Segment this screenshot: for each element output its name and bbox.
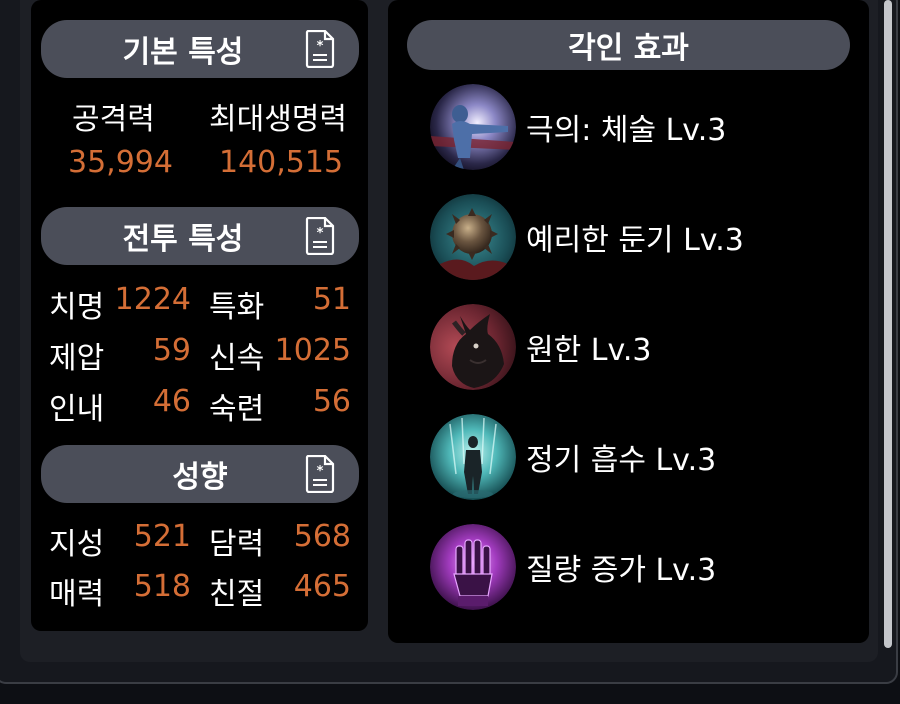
engraving-item[interactable]: 극의: 체술 Lv.3 [430,82,830,172]
svg-text:*: * [317,39,324,54]
spiked-mace-icon [430,194,516,280]
intellect-label: 지성 [49,527,105,562]
purple-gauntlet-icon [430,524,516,610]
tendency-title: 성향 [172,460,228,495]
charisma-label: 매력 [49,577,105,612]
crit-value: 1224 [114,282,191,317]
kindness-value: 465 [293,569,351,604]
svg-text:*: * [317,226,324,241]
engraving-title: 각인 효과 [568,31,689,66]
tendency-header: 성향 * [41,445,359,503]
martial-artist-icon [430,84,516,170]
document-icon[interactable]: * [305,217,335,255]
domination-label: 제압 [49,341,105,376]
swiftness-label: 신속 [209,341,265,376]
endurance-label: 인내 [49,392,105,427]
basic-stats-title: 기본 특성 [122,35,244,70]
energy-absorb-icon [430,414,516,500]
intellect-value: 521 [133,519,191,554]
max-hp-value: 140,515 [219,145,344,180]
engraving-label: 예리한 둔기 Lv.3 [526,223,744,258]
engraving-item[interactable]: 원한 Lv.3 [430,302,830,392]
combat-stats-title: 전투 특성 [122,222,244,257]
document-icon[interactable]: * [305,30,335,68]
engraving-item[interactable]: 질량 증가 Lv.3 [430,522,830,612]
engraving-label: 원한 Lv.3 [526,333,652,368]
document-icon[interactable]: * [305,455,335,493]
attack-label: 공격력 [72,102,155,137]
engraving-item[interactable]: 예리한 둔기 Lv.3 [430,192,830,282]
demon-beast-icon [430,304,516,390]
engraving-label: 질량 증가 Lv.3 [526,553,717,588]
engraving-item[interactable]: 정기 흡수 Lv.3 [430,412,830,502]
combat-stats-header: 전투 특성 * [41,207,359,265]
swiftness-value: 1025 [274,333,351,368]
domination-value: 59 [152,333,191,368]
engraving-label: 극의: 체술 Lv.3 [526,113,727,148]
kindness-label: 친절 [209,577,265,612]
max-hp-label: 최대생명력 [209,102,347,137]
engraving-label: 정기 흡수 Lv.3 [526,443,717,478]
courage-value: 568 [293,519,351,554]
engraving-header: 각인 효과 [407,20,850,70]
endurance-value: 46 [152,384,191,419]
scrollbar[interactable] [884,0,892,648]
attack-value: 35,994 [68,145,173,180]
svg-text:*: * [317,464,324,479]
charisma-value: 518 [133,569,191,604]
expertise-label: 숙련 [209,392,265,427]
basic-stats-header: 기본 특성 * [41,20,359,78]
expertise-value: 56 [312,384,351,419]
specialization-value: 51 [312,282,351,317]
courage-label: 담력 [209,527,265,562]
crit-label: 치명 [49,290,105,325]
specialization-label: 특화 [209,290,265,325]
